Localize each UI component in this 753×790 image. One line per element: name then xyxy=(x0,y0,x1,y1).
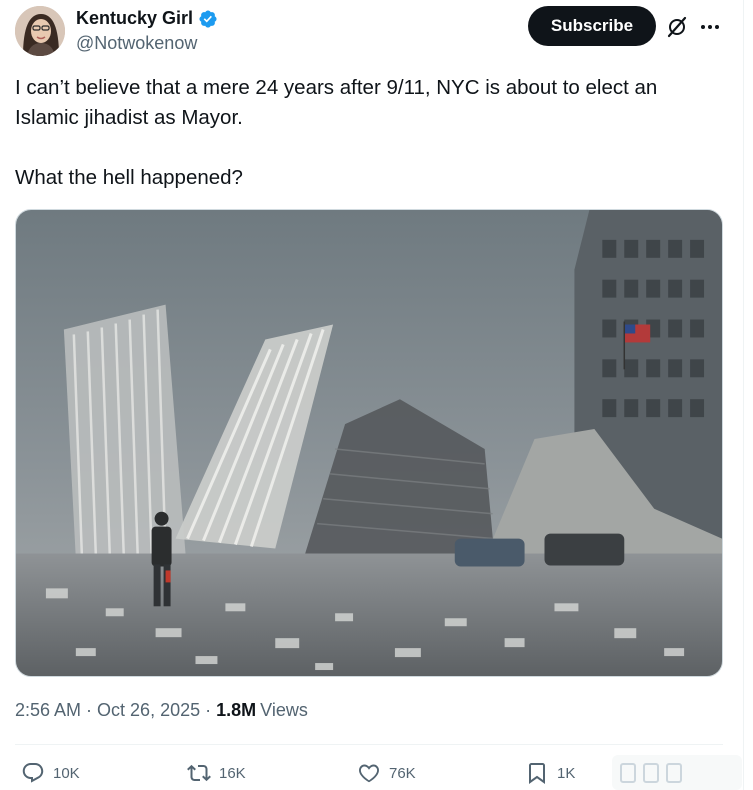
heart-icon xyxy=(359,764,379,783)
repost-count: 16K xyxy=(219,764,246,782)
timeline-border xyxy=(743,0,744,790)
author-handle[interactable]: @Notwokenow xyxy=(76,33,197,54)
tweet-time[interactable]: 2:56 AM xyxy=(15,700,81,721)
grok-slash-icon[interactable] xyxy=(665,15,689,39)
author-display-name[interactable]: Kentucky Girl xyxy=(76,8,193,29)
bookmark-button[interactable]: 1K xyxy=(525,755,575,790)
views-count[interactable]: 1.8M xyxy=(216,700,256,721)
avatar-image xyxy=(15,6,65,56)
tweet-detail: Kentucky Girl @Notwokenow Subscribe I ca… xyxy=(0,0,753,790)
avatar[interactable] xyxy=(15,6,65,56)
toolbar-square-icon-2 xyxy=(643,763,659,783)
like-button[interactable]: 76K xyxy=(357,755,416,790)
tweet-paragraph-1: I can’t believe that a mere 24 years aft… xyxy=(15,76,658,129)
actions-divider xyxy=(15,744,723,745)
author-name-row[interactable]: Kentucky Girl xyxy=(76,8,218,29)
toolbar-square-icon-3 xyxy=(666,763,682,783)
repost-button[interactable]: 16K xyxy=(187,755,246,790)
like-count: 76K xyxy=(389,764,416,782)
bookmark-icon xyxy=(529,763,545,784)
tweet-date[interactable]: Oct 26, 2025 xyxy=(97,700,200,721)
repost-icon xyxy=(187,764,211,782)
verified-badge-icon[interactable] xyxy=(198,9,218,29)
reply-button[interactable]: 10K xyxy=(21,755,80,790)
share-toolbar-icons xyxy=(620,763,700,783)
more-horizontal-icon[interactable] xyxy=(697,15,723,39)
tweet-text: I can’t believe that a mere 24 years aft… xyxy=(15,73,715,193)
subscribe-button[interactable]: Subscribe xyxy=(528,6,656,46)
tweet-meta: 2:56 AM · Oct 26, 2025 · 1.8M Views xyxy=(15,700,308,721)
tweet-photo[interactable] xyxy=(15,209,723,677)
reply-count: 10K xyxy=(53,764,80,782)
meta-separator-2: · xyxy=(205,700,212,720)
bookmark-count: 1K xyxy=(557,764,576,782)
reply-icon xyxy=(22,763,44,783)
toolbar-square-icon-1 xyxy=(620,763,636,783)
meta-separator: · xyxy=(86,700,93,720)
tweet-paragraph-2: What the hell happened? xyxy=(15,166,243,189)
views-label: Views xyxy=(260,700,308,720)
share-toolbar[interactable] xyxy=(612,755,742,790)
ruins-photo-image xyxy=(16,210,722,676)
